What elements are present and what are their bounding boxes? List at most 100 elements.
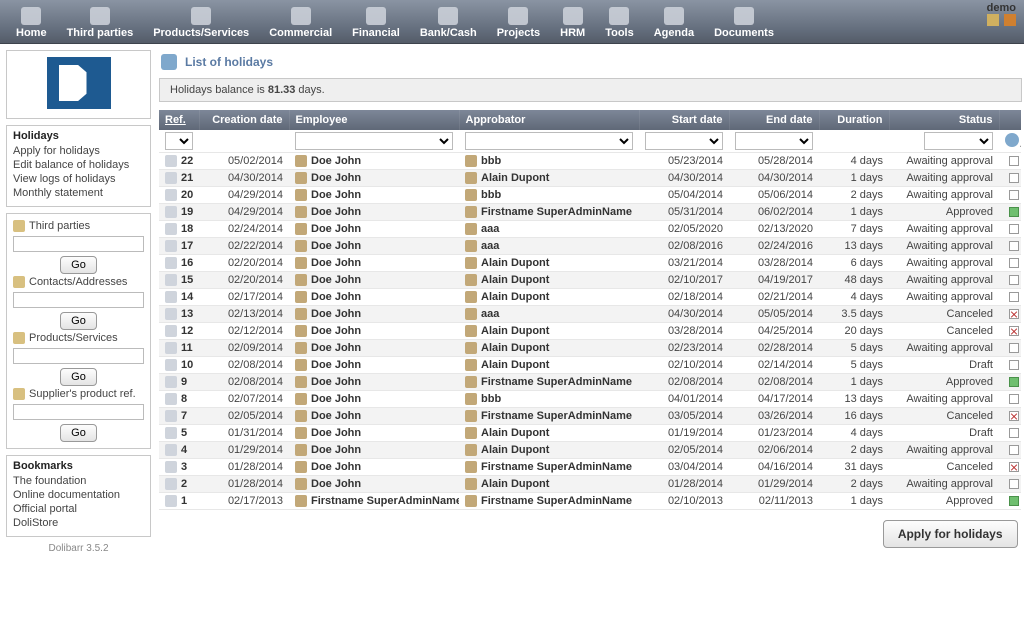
table-row[interactable]: 201/28/2014Doe JohnAlain Dupont01/28/201…	[159, 476, 1021, 493]
go-button[interactable]: Go	[60, 256, 97, 274]
table-row[interactable]: 1002/08/2014Doe JohnAlain Dupont02/10/20…	[159, 357, 1021, 374]
table-row[interactable]: 1602/20/2014Doe JohnAlain Dupont03/21/20…	[159, 255, 1021, 272]
bookmark-link[interactable]: DoliStore	[13, 516, 144, 530]
ref-link[interactable]: 11	[181, 342, 193, 354]
nav-tools[interactable]: Tools	[595, 0, 644, 43]
search-input[interactable]	[13, 348, 144, 364]
employee-link[interactable]: Doe John	[311, 444, 361, 456]
table-row[interactable]: 2004/29/2014Doe Johnbbb05/04/201405/06/2…	[159, 187, 1021, 204]
approbator-link[interactable]: aaa	[481, 308, 499, 320]
ref-link[interactable]: 13	[181, 308, 193, 320]
ref-link[interactable]: 5	[181, 427, 187, 439]
employee-link[interactable]: Doe John	[311, 206, 361, 218]
table-row[interactable]: 2205/02/2014Doe Johnbbb05/23/201405/28/2…	[159, 153, 1021, 170]
employee-link[interactable]: Doe John	[311, 427, 361, 439]
employee-link[interactable]: Doe John	[311, 257, 361, 269]
nav-products-services[interactable]: Products/Services	[143, 0, 259, 43]
lock-icon[interactable]	[1004, 14, 1016, 26]
approbator-link[interactable]: bbb	[481, 189, 501, 201]
ref-link[interactable]: 3	[181, 461, 187, 473]
employee-link[interactable]: Doe John	[311, 393, 361, 405]
table-row[interactable]: 1402/17/2014Doe JohnAlain Dupont02/18/20…	[159, 289, 1021, 306]
col-start[interactable]: Start date	[639, 110, 729, 130]
search-icon[interactable]	[1005, 133, 1019, 147]
approbator-link[interactable]: Firstname SuperAdminName	[481, 206, 632, 218]
approbator-link[interactable]: Alain Dupont	[481, 291, 549, 303]
employee-link[interactable]: Doe John	[311, 172, 361, 184]
ref-link[interactable]: 21	[181, 172, 193, 184]
col-approbator[interactable]: Approbator	[459, 110, 639, 130]
bookmark-link[interactable]: The foundation	[13, 474, 144, 488]
ref-link[interactable]: 17	[181, 240, 193, 252]
ref-link[interactable]: 16	[181, 257, 193, 269]
employee-link[interactable]: Doe John	[311, 308, 361, 320]
ref-link[interactable]: 19	[181, 206, 193, 218]
approbator-link[interactable]: aaa	[481, 240, 499, 252]
employee-link[interactable]: Doe John	[311, 359, 361, 371]
nav-commercial[interactable]: Commercial	[259, 0, 342, 43]
filter-status[interactable]	[924, 132, 993, 150]
search-input[interactable]	[13, 404, 144, 420]
ref-link[interactable]: 7	[181, 410, 187, 422]
sidebar-link[interactable]: Edit balance of holidays	[13, 158, 144, 172]
nav-agenda[interactable]: Agenda	[644, 0, 704, 43]
col-end[interactable]: End date	[729, 110, 819, 130]
nav-documents[interactable]: Documents	[704, 0, 784, 43]
ref-link[interactable]: 22	[181, 155, 193, 167]
sidebar-link[interactable]: View logs of holidays	[13, 172, 144, 186]
go-button[interactable]: Go	[60, 424, 97, 442]
table-row[interactable]: 1904/29/2014Doe JohnFirstname SuperAdmin…	[159, 204, 1021, 221]
approbator-link[interactable]: aaa	[481, 223, 499, 235]
table-row[interactable]: 1702/22/2014Doe Johnaaa02/08/201602/24/2…	[159, 238, 1021, 255]
approbator-link[interactable]: Alain Dupont	[481, 427, 549, 439]
table-row[interactable]: 1102/09/2014Doe JohnAlain Dupont02/23/20…	[159, 340, 1021, 357]
employee-link[interactable]: Firstname SuperAdminName	[311, 495, 459, 507]
nav-hrm[interactable]: HRM	[550, 0, 595, 43]
employee-link[interactable]: Doe John	[311, 189, 361, 201]
col-duration[interactable]: Duration	[819, 110, 889, 130]
table-row[interactable]: 1502/20/2014Doe JohnAlain Dupont02/10/20…	[159, 272, 1021, 289]
sidebar-link[interactable]: Apply for holidays	[13, 144, 144, 158]
employee-link[interactable]: Doe John	[311, 274, 361, 286]
employee-link[interactable]: Doe John	[311, 155, 361, 167]
nav-bank-cash[interactable]: Bank/Cash	[410, 0, 487, 43]
filter-employee[interactable]	[295, 132, 453, 150]
filter-ref[interactable]	[165, 132, 193, 150]
table-row[interactable]: 1202/12/2014Doe JohnAlain Dupont03/28/20…	[159, 323, 1021, 340]
ref-link[interactable]: 10	[181, 359, 193, 371]
approbator-link[interactable]: bbb	[481, 155, 501, 167]
approbator-link[interactable]: Alain Dupont	[481, 257, 549, 269]
filter-end[interactable]	[735, 132, 813, 150]
table-row[interactable]: 301/28/2014Doe JohnFirstname SuperAdminN…	[159, 459, 1021, 476]
table-row[interactable]: 1802/24/2014Doe Johnaaa02/05/202002/13/2…	[159, 221, 1021, 238]
employee-link[interactable]: Doe John	[311, 461, 361, 473]
table-row[interactable]: 802/07/2014Doe Johnbbb04/01/201404/17/20…	[159, 391, 1021, 408]
approbator-link[interactable]: Firstname SuperAdminName	[481, 461, 632, 473]
table-row[interactable]: 102/17/2013Firstname SuperAdminNameFirst…	[159, 493, 1021, 510]
employee-link[interactable]: Doe John	[311, 291, 361, 303]
table-row[interactable]: 1302/13/2014Doe Johnaaa04/30/201405/05/2…	[159, 306, 1021, 323]
employee-link[interactable]: Doe John	[311, 223, 361, 235]
filter-approbator[interactable]	[465, 132, 633, 150]
ref-link[interactable]: 4	[181, 444, 187, 456]
username[interactable]: demo	[985, 2, 1016, 14]
table-row[interactable]: 501/31/2014Doe JohnAlain Dupont01/19/201…	[159, 425, 1021, 442]
employee-link[interactable]: Doe John	[311, 342, 361, 354]
approbator-link[interactable]: Alain Dupont	[481, 325, 549, 337]
go-button[interactable]: Go	[60, 312, 97, 330]
employee-link[interactable]: Doe John	[311, 376, 361, 388]
ref-link[interactable]: 18	[181, 223, 193, 235]
employee-link[interactable]: Doe John	[311, 240, 361, 252]
col-employee[interactable]: Employee	[289, 110, 459, 130]
bookmark-link[interactable]: Official portal	[13, 502, 144, 516]
approbator-link[interactable]: Alain Dupont	[481, 172, 549, 184]
approbator-link[interactable]: Alain Dupont	[481, 359, 549, 371]
employee-link[interactable]: Doe John	[311, 478, 361, 490]
nav-third-parties[interactable]: Third parties	[57, 0, 144, 43]
employee-link[interactable]: Doe John	[311, 325, 361, 337]
nav-home[interactable]: Home	[6, 0, 57, 43]
approbator-link[interactable]: Firstname SuperAdminName	[481, 495, 632, 507]
sidebar-link[interactable]: Monthly statement	[13, 186, 144, 200]
nav-financial[interactable]: Financial	[342, 0, 410, 43]
search-input[interactable]	[13, 292, 144, 308]
